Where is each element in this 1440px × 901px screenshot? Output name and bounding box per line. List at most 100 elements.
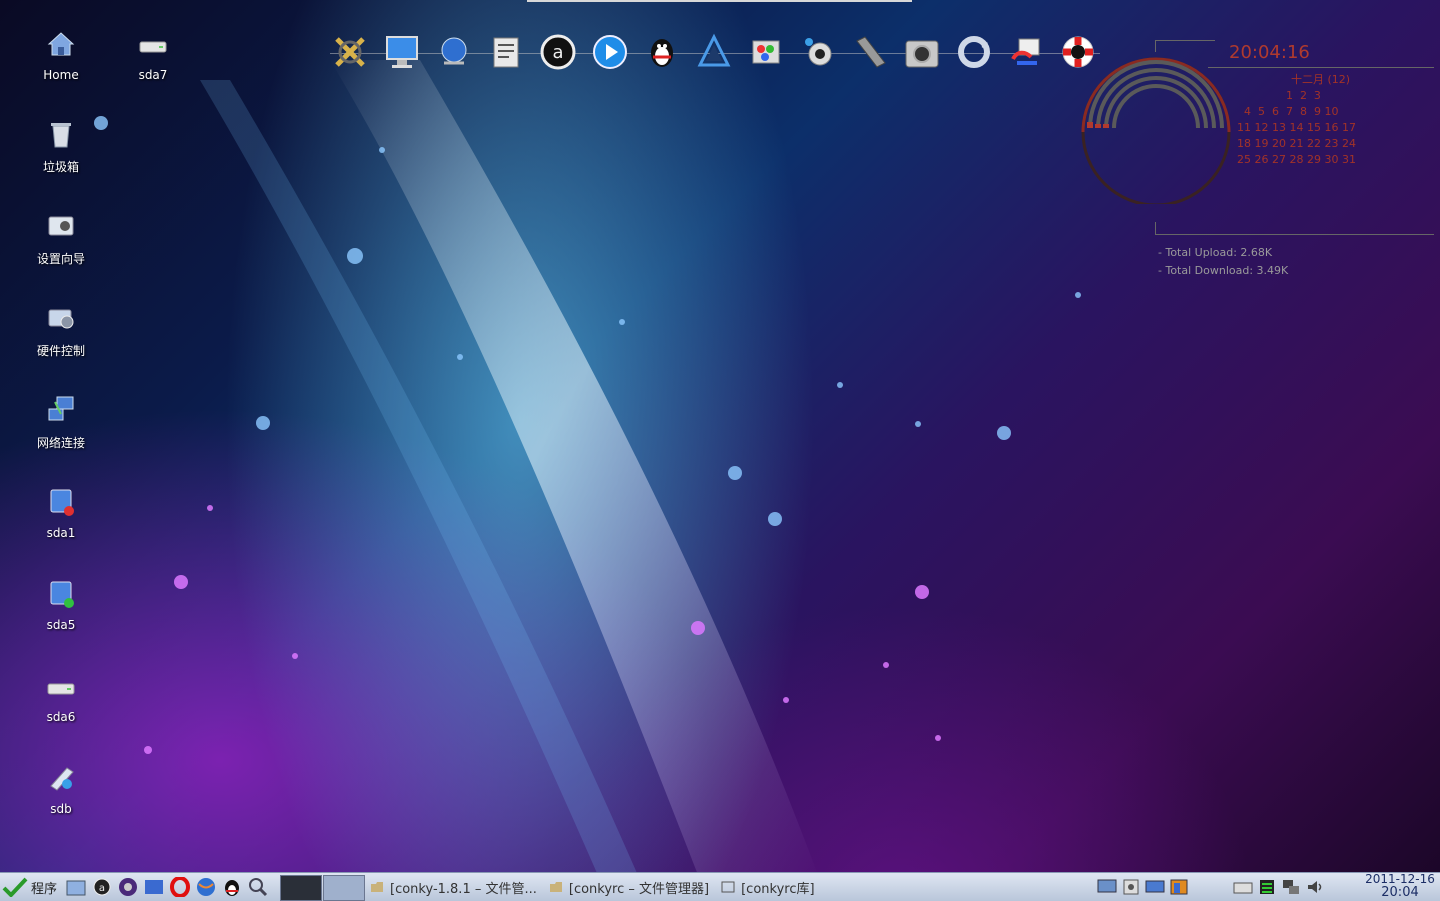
taskbar: 程序 a [conky-1.8.1 – 文件管... [conkyrc – 文件… [0,872,1440,901]
media-player-icon[interactable] [590,30,630,74]
display-icon[interactable] [1096,876,1118,898]
desktop-icon-label: sda1 [46,526,76,540]
desktop-icon-sda5[interactable]: sda5 [19,578,103,632]
conky-rings [1081,57,1231,204]
conky-divider [1208,67,1434,68]
conky-divider [1155,222,1156,234]
desktop-icon-sda1[interactable]: sda1 [19,486,103,540]
desktop-icon-sdb[interactable]: sdb [19,762,103,816]
desktop-icon-setup-wizard[interactable]: 设置向导 [19,210,103,267]
network-status-icon[interactable] [1280,876,1302,898]
setup-wizard-icon [48,216,74,236]
desktop-icon-label: 垃圾箱 [42,160,79,174]
device-icon[interactable] [1120,876,1142,898]
hardware-control-icon [48,309,74,329]
desktop-icon-label: sdb [50,802,72,816]
drive-icon [47,683,75,695]
qq-penguin-icon[interactable] [642,30,682,74]
clock-time: 20:04 [1381,885,1419,900]
disk-icon [50,581,74,608]
network-connection-icon [48,396,74,421]
home-icon [47,32,75,56]
a-icon[interactable]: a [538,30,578,74]
volume-icon[interactable] [1304,876,1326,898]
desktop-icon-label: 网络连接 [36,436,85,450]
calendar-week: 11 12 13 14 15 16 17 [1237,121,1356,134]
conky-divider [1155,40,1215,41]
desktop-icon-hardware-control[interactable]: 硬件控制 [19,302,103,359]
a-icon[interactable]: a [90,876,114,898]
calendar-week: 1 2 3 [1237,89,1321,102]
desktop-2[interactable] [323,875,365,901]
sync-icon[interactable] [954,30,994,74]
search-icon[interactable] [246,876,270,898]
desktop-icon-label: sda7 [138,68,168,82]
desktop-icon-label: sda6 [46,710,76,724]
desktop-icon-home[interactable]: Home [19,28,103,82]
calendar-week: 18 19 20 21 22 23 24 [1237,137,1356,150]
system-tray [1096,876,1326,898]
start-menu-button[interactable]: 程序 [2,876,57,898]
media-icon[interactable] [116,876,140,898]
drive-icon [139,41,167,53]
desktop-icon-sda7[interactable]: sda7 [111,28,195,82]
browser-icon[interactable] [194,876,218,898]
task-label: [conkyrc库] [741,881,815,897]
desktop-1[interactable] [280,875,322,901]
window-icon [721,881,735,893]
desktop-icon-trash[interactable]: 垃圾箱 [19,118,103,175]
camera-icon[interactable] [902,30,942,74]
monitor-icon[interactable] [1144,876,1166,898]
qq-penguin-icon[interactable] [220,876,244,898]
desktop-pager [280,875,365,901]
task-label: [conkyrc – 文件管理器] [568,881,710,897]
task-label: [conky-1.8.1 – 文件管... [390,881,537,897]
taskbar-clock[interactable]: 2011-12-16 20:04 [1360,873,1440,901]
usb-stick-icon[interactable] [850,30,890,74]
transfer-icon[interactable] [1006,30,1046,74]
tools-icon[interactable] [694,30,734,74]
start-menu-label: 程序 [31,881,58,897]
keyboard-icon[interactable] [1232,876,1254,898]
conky-divider [1155,40,1156,52]
monitor-icon[interactable] [382,30,422,74]
dock: a [330,30,1098,80]
task-list: [conky-1.8.1 – 文件管... [conkyrc – 文件管理器] … [364,876,821,898]
text-editor-icon[interactable] [486,30,526,74]
disk-icon [50,489,74,516]
package-icon[interactable] [1168,876,1190,898]
globe-icon[interactable] [434,30,474,74]
desktop-icon-label: sda5 [46,618,76,632]
desktop-icon-label: Home [43,68,79,82]
desktop-icon-label: 设置向导 [36,252,85,266]
quick-launch: a [64,876,270,898]
conky-divider [1155,234,1434,235]
desktop-icon-sda6[interactable]: sda6 [19,670,103,724]
conky-calendar: 十二月 (12) 1 2 3 4 5 6 7 8 9 10 11 12 13 1… [1237,72,1356,168]
desktop-icon-label: 硬件控制 [36,344,85,358]
opera-icon[interactable] [168,876,192,898]
usb-drive-icon [50,767,74,791]
paint-icon[interactable] [746,30,786,74]
webcam-icon[interactable] [798,30,838,74]
total-upload: - Total Upload: 2.68K [1158,246,1273,259]
svg-text:a: a [552,42,563,63]
file-manager-icon[interactable] [64,876,88,898]
desktop-icon[interactable] [142,876,166,898]
task-button[interactable]: [conky-1.8.1 – 文件管... [364,876,543,898]
window-edge [527,0,912,2]
total-download: - Total Download: 3.49K [1158,264,1289,277]
xmms-icon[interactable] [330,30,370,74]
task-button[interactable]: [conkyrc库] [715,876,820,898]
folder-icon [549,882,562,892]
svg-text:a: a [99,883,105,894]
folder-icon [371,882,383,892]
network-icon[interactable] [1256,876,1278,898]
task-button[interactable]: [conkyrc – 文件管理器] [543,876,715,898]
checkmark-icon [2,877,28,897]
conky-clock: 20:04:16 [1229,42,1310,63]
calendar-week: 4 5 6 7 8 9 10 [1237,105,1339,118]
desktop-icon-network-connection[interactable]: 网络连接 [19,394,103,451]
trash-icon [51,123,71,148]
conky-network: - Total Upload: 2.68K - Total Download: … [1158,244,1288,280]
